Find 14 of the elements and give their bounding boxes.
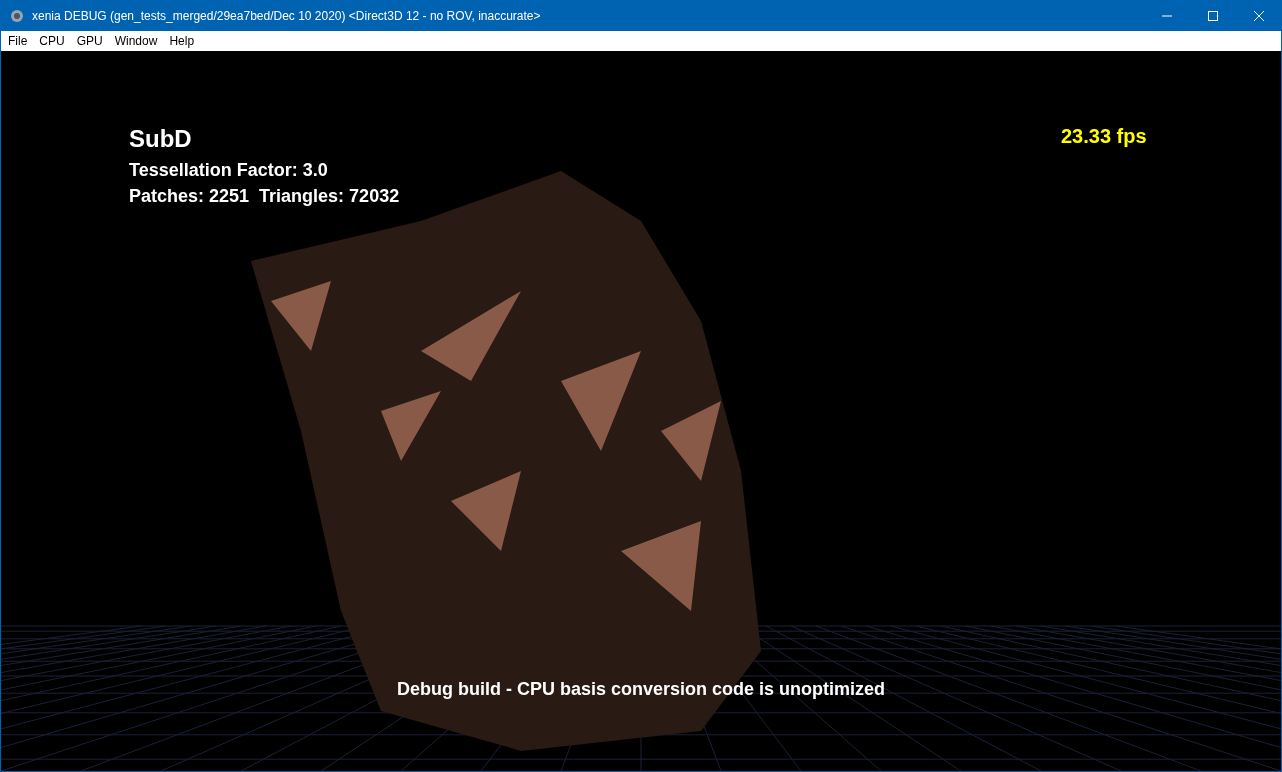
- overlay-text: Tessellation Factor: 3.0: [129, 159, 329, 182]
- window-title: xenia DEBUG (gen_tests_merged/29ea7bed/Dec 10 2020) <Direct3D 12 - no ROV, inaccurate>: [32, 8, 542, 23]
- menu-item[interactable]: CPU: [32, 34, 70, 48]
- menu-item[interactable]: GPU: [69, 34, 108, 48]
- menu-item[interactable]: Window: [107, 34, 163, 48]
- close-icon: [1254, 10, 1264, 21]
- overlay-title: SubD: [129, 125, 193, 153]
- maximize-icon: [1208, 10, 1218, 21]
- overlay-footer-text: Debug build - CPU basis conversion code is unoptimized: [395, 679, 887, 700]
- app-icon: [10, 8, 24, 23]
- overlay-text: Patches: 2251 Triangles: 72032: [129, 185, 400, 208]
- fps-counter: 23.33 fps: [1061, 125, 1147, 148]
- menu-item[interactable]: File: [1, 34, 33, 48]
- menu-item[interactable]: Help: [162, 34, 200, 48]
